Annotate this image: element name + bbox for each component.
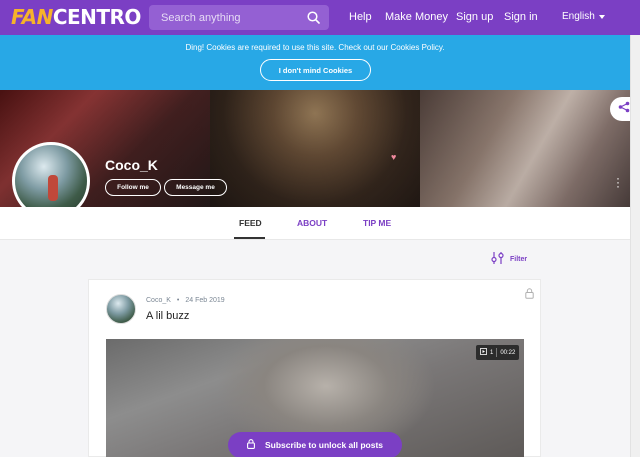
accept-cookies-button[interactable]: I don't mind Cookies: [260, 59, 371, 81]
profile-tabs: FEED ABOUT TIP ME: [0, 207, 630, 240]
nav-make-money-link[interactable]: Make Money: [385, 11, 448, 23]
fancentro-logo[interactable]: FANCENTRO: [11, 6, 141, 28]
tab-about[interactable]: ABOUT: [297, 218, 327, 228]
page-scrollbar[interactable]: [630, 35, 640, 457]
follow-button[interactable]: Follow me: [105, 179, 161, 196]
media-count: 1: [490, 349, 494, 356]
nav-sign-in-link[interactable]: Sign in: [504, 11, 538, 23]
filter-button[interactable]: Filter: [491, 252, 527, 266]
nav-sign-up-link[interactable]: Sign up: [456, 11, 493, 23]
cookie-message: Ding! Cookies are required to use this s…: [185, 43, 445, 52]
post-author[interactable]: Coco_K: [146, 297, 171, 304]
tab-feed[interactable]: FEED: [239, 218, 262, 228]
search-bar[interactable]: Search anything: [149, 5, 329, 30]
top-navbar: FANCENTRO Search anything Help Make Mone…: [0, 0, 640, 35]
cover-overlay: [0, 90, 630, 207]
lock-icon: [525, 286, 534, 304]
meta-separator: •: [176, 297, 180, 304]
logo-centro-text: CENTRO: [52, 5, 142, 29]
filter-label: Filter: [510, 255, 528, 263]
kebab-menu-icon[interactable]: · · ·: [615, 172, 621, 192]
filter-icon: [491, 252, 504, 266]
search-input[interactable]: Search anything: [161, 12, 301, 24]
media-count-icon: [480, 348, 487, 357]
unlock-label: Subscribe to unlock all posts: [264, 440, 384, 450]
cover-photo: [0, 90, 630, 207]
media-info-badge: 1 00:22: [476, 345, 520, 360]
message-button[interactable]: Message me: [164, 179, 227, 196]
subscribe-unlock-button[interactable]: Subscribe to unlock all posts: [228, 432, 402, 457]
post-title: A lil buzz: [146, 310, 190, 322]
tab-tip-me[interactable]: TIP ME: [363, 218, 391, 228]
logo-fan-text: FAN: [11, 5, 53, 29]
heart-icon: ♥: [391, 152, 397, 162]
profile-name: Coco_K: [105, 157, 158, 173]
post-author-avatar[interactable]: [106, 294, 136, 324]
avatar-figure: [48, 175, 58, 201]
post-date: 24 Feb 2019: [185, 297, 225, 304]
search-icon[interactable]: [301, 6, 325, 30]
media-duration: 00:22: [500, 349, 516, 356]
post-meta: Coco_K • 24 Feb 2019: [146, 297, 225, 304]
language-label: English: [562, 11, 595, 22]
nav-help-link[interactable]: Help: [349, 11, 372, 23]
chevron-down-icon: [598, 11, 605, 22]
share-icon: [618, 100, 630, 118]
badge-separator: [496, 348, 498, 357]
language-selector[interactable]: English: [562, 11, 605, 22]
active-tab-indicator: [234, 237, 265, 239]
unlock-icon: [247, 439, 255, 451]
